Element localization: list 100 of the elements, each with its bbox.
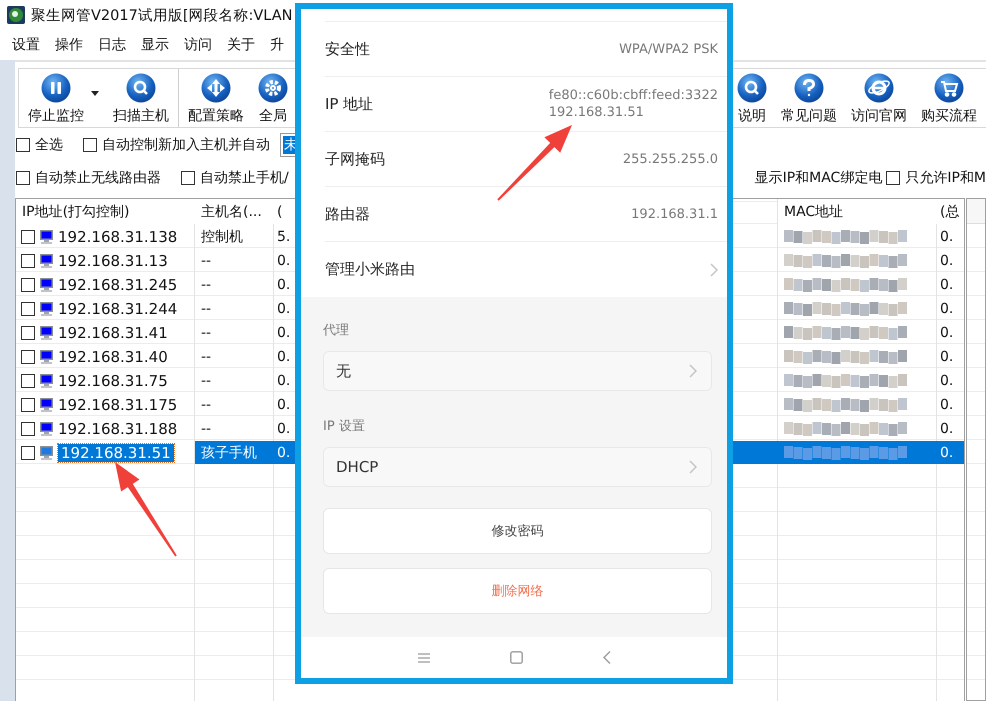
menu-item[interactable]: 操作 <box>55 36 83 54</box>
toolbar-button[interactable]: 停止监控 <box>21 69 102 127</box>
section-label: IP 设置 <box>323 418 366 436</box>
help-icon <box>794 73 824 103</box>
setting-label: 子网掩码 <box>325 150 385 168</box>
column-header[interactable]: IP地址(打勾控制) <box>16 199 195 224</box>
checkbox-option[interactable]: 自动禁止手机/ <box>181 168 289 186</box>
row-checkbox[interactable] <box>21 446 35 460</box>
table-cell-text: 0. <box>939 372 954 390</box>
table-cell-text: 5. <box>276 228 292 246</box>
table-cell-text: 0. <box>276 276 292 294</box>
ip-address[interactable]: 192.168.31.175 <box>58 396 178 414</box>
toolbar-button[interactable]: 购买流程 <box>914 69 984 127</box>
checkbox-option[interactable]: 自动控制新加入主机并自动 <box>83 136 270 154</box>
toolbar-button[interactable]: 常见问题 <box>774 69 844 127</box>
caret-icon[interactable] <box>91 91 99 96</box>
setting-value: 192.168.31.1 <box>631 206 718 222</box>
ip-address[interactable]: 192.168.31.41 <box>58 324 168 342</box>
checkbox-option[interactable]: 只允许IP和M <box>886 168 986 186</box>
table-cell: 0. <box>274 441 295 464</box>
row-checkbox[interactable] <box>21 230 35 244</box>
checkbox-option[interactable]: 全选 <box>16 136 63 154</box>
table-cell-text: -- <box>200 252 212 270</box>
move-arrows-icon <box>201 73 231 103</box>
monitor-icon <box>39 230 54 244</box>
monitor-icon <box>39 422 54 436</box>
ip-address[interactable]: 192.168.31.244 <box>58 300 178 318</box>
row-checkbox[interactable] <box>21 278 35 292</box>
row-checkbox[interactable] <box>21 254 35 268</box>
ip-address[interactable]: 192.168.31.245 <box>58 276 178 294</box>
ip-address[interactable]: 192.168.31.13 <box>58 252 168 270</box>
toolbar-button[interactable]: 配置策略 <box>181 69 251 127</box>
back-icon[interactable] <box>602 651 610 664</box>
setting-label: IP 地址 <box>325 94 374 114</box>
dropdown-field[interactable]: 无 <box>323 351 712 391</box>
search-icon <box>737 73 767 103</box>
column-header[interactable]: 主机名(... <box>195 199 274 224</box>
monitor-icon <box>39 278 54 292</box>
section-label: 代理 <box>323 322 350 340</box>
menu-item[interactable]: 设置 <box>12 36 40 54</box>
menu-item[interactable]: 访问 <box>184 36 212 54</box>
chevron-right-icon <box>689 460 697 474</box>
row-checkbox[interactable] <box>21 398 35 412</box>
table-cell-text: -- <box>200 372 212 390</box>
row-checkbox[interactable] <box>21 374 35 388</box>
table-cell: 0. <box>937 441 964 464</box>
action-button[interactable]: 修改密码 <box>323 508 712 554</box>
column-header[interactable]: ( <box>274 199 295 224</box>
ip-address[interactable]: 192.168.31.75 <box>58 372 168 390</box>
column-header[interactable]: MAC地址 <box>778 199 937 224</box>
table-cell-text: 控制机 <box>200 228 244 246</box>
table-cell-text: 0. <box>276 396 292 414</box>
table-cell-text: 0. <box>276 300 292 318</box>
toolbar-button[interactable]: 访问官网 <box>844 69 914 127</box>
menu-item[interactable]: 显示 <box>141 36 169 54</box>
ip-address[interactable]: 192.168.31.40 <box>58 348 168 366</box>
search-icon <box>126 73 156 103</box>
ip-address[interactable]: 192.168.31.188 <box>58 420 178 438</box>
table-cell-text: 0. <box>276 252 292 270</box>
table-cell-text: -- <box>200 420 212 438</box>
table-cell-text: -- <box>200 348 212 366</box>
monitor-icon <box>39 254 54 268</box>
table-cell-text: 0. <box>939 348 954 366</box>
ip-address[interactable]: 192.168.31.138 <box>58 228 178 246</box>
menu-icon[interactable] <box>418 652 430 662</box>
table-cell-text: 0. <box>939 300 954 318</box>
row-checkbox[interactable] <box>21 326 35 340</box>
table-cell-text: -- <box>200 300 212 318</box>
checkbox-label: 显示IP和MAC绑定电 <box>754 168 882 186</box>
browser-icon <box>864 73 894 103</box>
dropdown-field[interactable]: DHCP <box>323 447 712 487</box>
table-cell-text: 0. <box>939 276 954 294</box>
pause-icon <box>41 73 71 103</box>
setting-label: 路由器 <box>325 204 370 224</box>
row-checkbox[interactable] <box>21 350 35 364</box>
menu-item[interactable]: 日志 <box>98 36 126 54</box>
window-title: 聚生网管V2017试用版[网段名称:VLAN <box>31 6 292 24</box>
monitor-icon <box>39 302 54 316</box>
toolbar-button[interactable]: 扫描主机 <box>106 69 176 127</box>
cart-icon <box>934 73 964 103</box>
ip-address[interactable]: 192.168.31.51 <box>58 444 174 462</box>
row-checkbox[interactable] <box>21 302 35 316</box>
table-cell-text: 0. <box>939 228 954 246</box>
table-cell-text: 0. <box>276 420 292 438</box>
home-icon[interactable] <box>510 651 522 664</box>
checkbox-option[interactable]: 自动禁止无线路由器 <box>16 168 161 186</box>
column-header[interactable]: (总 <box>937 199 964 224</box>
monitor-icon <box>39 398 54 412</box>
toolbar-button[interactable]: 全局 <box>251 69 295 127</box>
row-checkbox[interactable] <box>21 422 35 436</box>
table-cell-text: -- <box>200 276 212 294</box>
menu-item[interactable]: 升 <box>270 36 284 54</box>
table-cell-text: 0. <box>276 324 292 342</box>
setting-value: 255.255.255.0 <box>622 150 718 168</box>
gear-icon <box>258 73 288 103</box>
app-icon <box>7 6 25 24</box>
menu-item[interactable]: 关于 <box>227 36 255 54</box>
chevron-right-icon <box>689 364 697 378</box>
monitor-icon <box>39 350 54 364</box>
setting-value: WPA/WPA2 PSK <box>619 40 718 58</box>
